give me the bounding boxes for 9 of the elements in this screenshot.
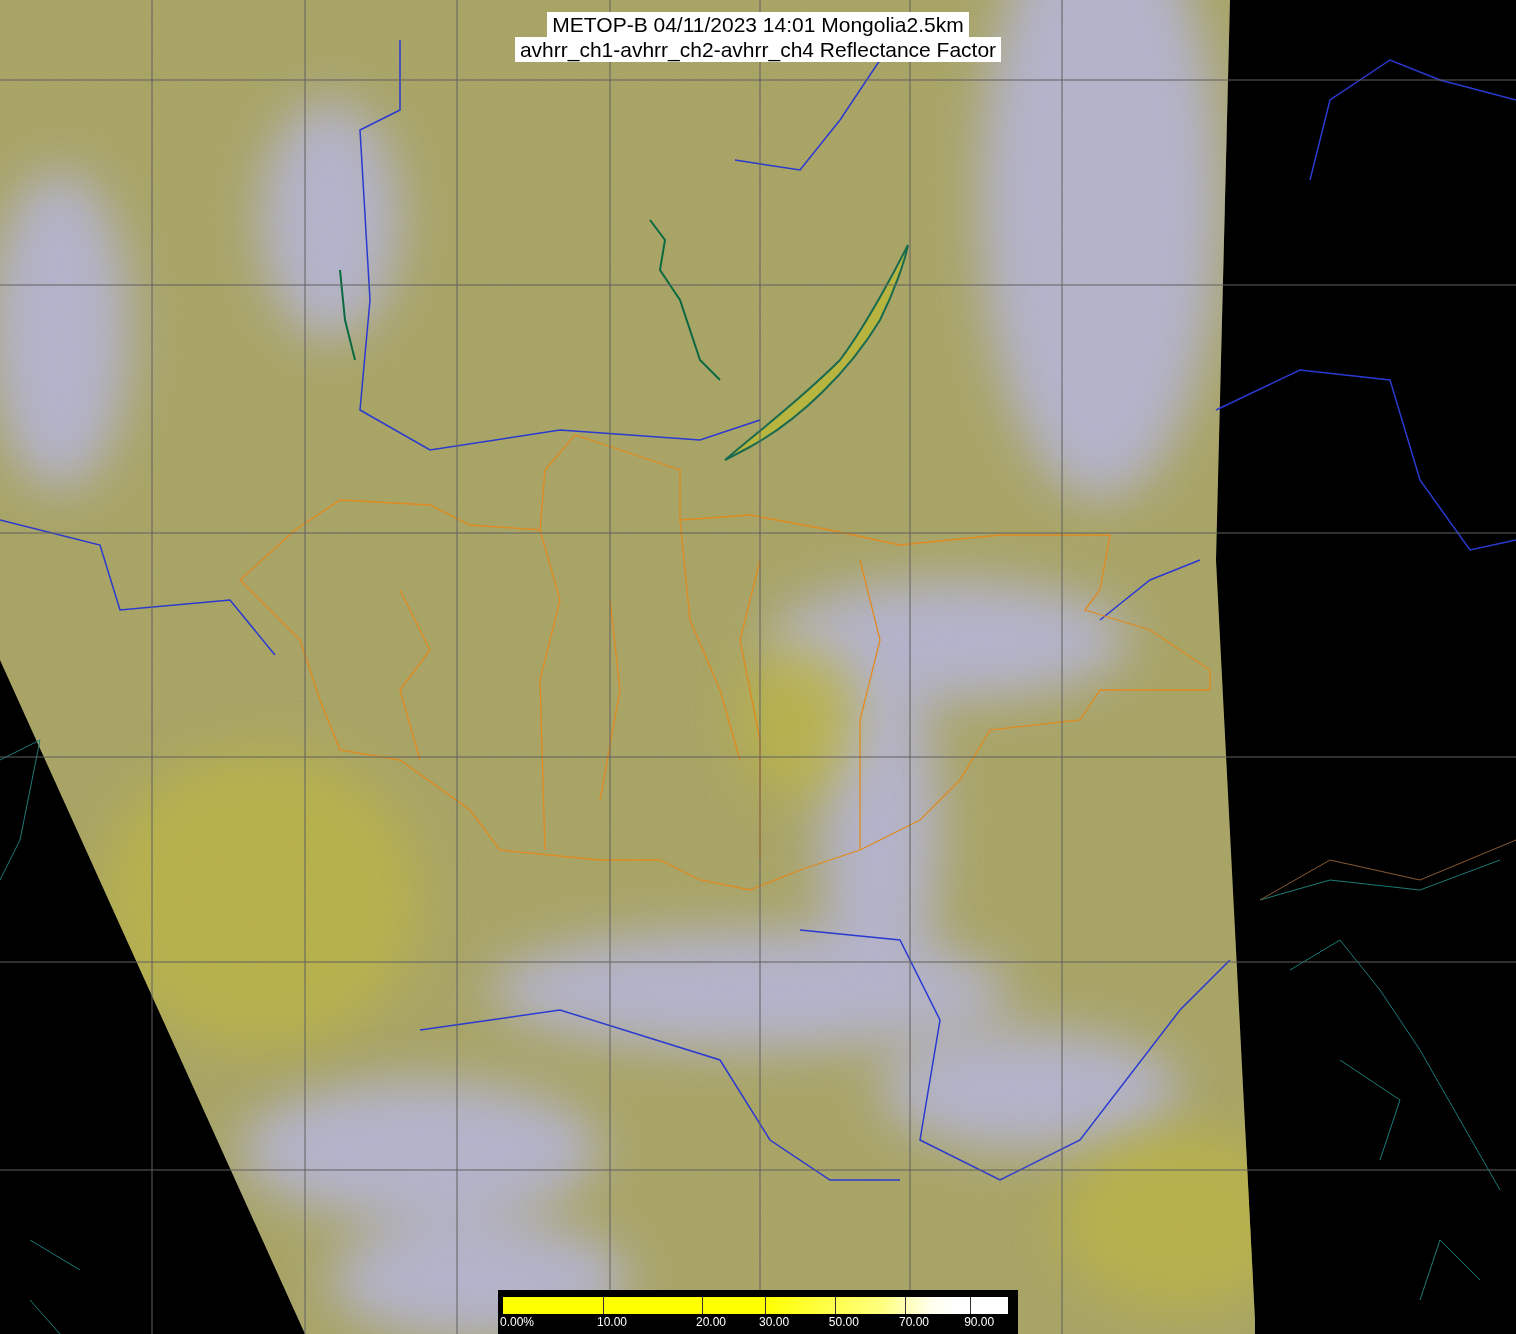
scale-label: 10.00 [597, 1315, 627, 1329]
scale-label: 50.00 [828, 1315, 859, 1329]
map-title: METOP-B 04/11/2023 14:01 Mongolia2.5km [547, 12, 969, 37]
map-title: avhrr_ch1-avhrr_ch2-avhrr_ch4 Reflectance Factor [514, 37, 1002, 62]
scale-label: 30.00 [759, 1315, 790, 1329]
scale-label: 90.00 [964, 1315, 995, 1329]
scale-label: 20.00 [695, 1315, 726, 1329]
scale-label: 0.00% [500, 1315, 535, 1329]
scale-label: 70.00 [898, 1315, 929, 1329]
